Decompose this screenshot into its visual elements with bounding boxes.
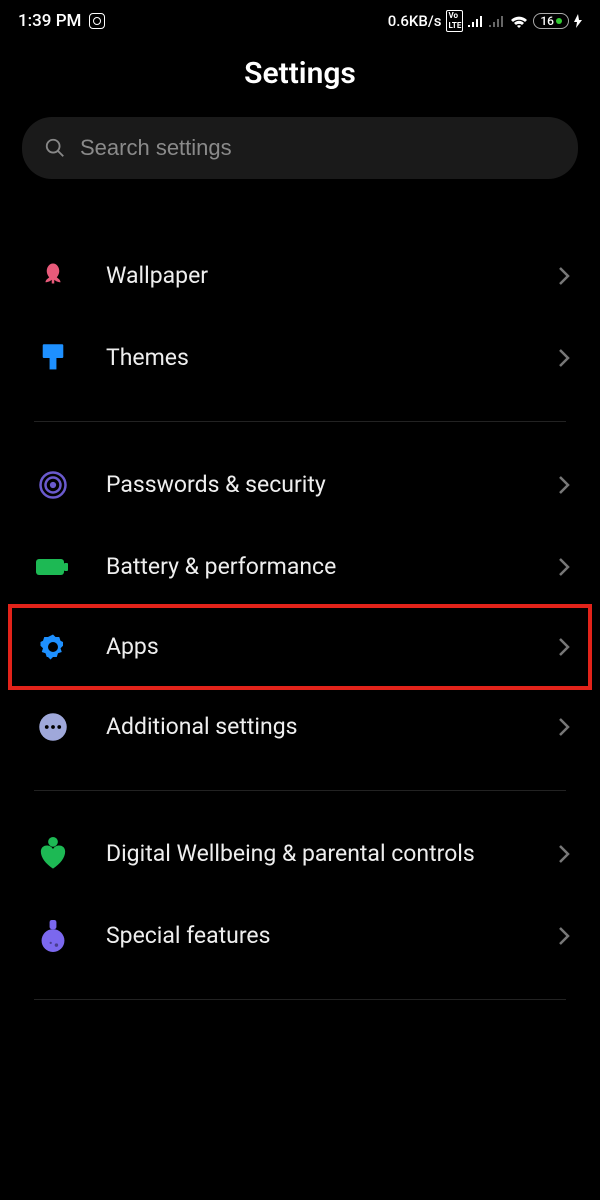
status-time: 1:39 PM xyxy=(18,11,81,31)
charging-icon xyxy=(574,14,582,28)
flask-icon xyxy=(34,917,72,955)
chevron-right-icon xyxy=(558,557,570,577)
settings-item-label: Battery & performance xyxy=(106,552,524,582)
settings-item-label: Digital Wellbeing & parental controls xyxy=(106,839,524,869)
settings-item-special[interactable]: Special features xyxy=(0,895,600,977)
search-box[interactable] xyxy=(22,117,578,179)
signal-icon xyxy=(468,15,484,27)
battery-dot-icon xyxy=(556,18,562,24)
settings-item-additional[interactable]: Additional settings xyxy=(0,686,600,768)
settings-item-wellbeing[interactable]: Digital Wellbeing & parental controls xyxy=(0,813,600,895)
divider xyxy=(34,999,566,1000)
settings-item-label: Passwords & security xyxy=(106,470,524,500)
tulip-icon xyxy=(34,257,72,295)
heart-icon xyxy=(34,835,72,873)
settings-item-battery[interactable]: Battery & performance xyxy=(0,526,600,608)
brush-icon xyxy=(34,339,72,377)
volte-icon: VoLTE xyxy=(446,10,463,32)
battery-percent: 16 xyxy=(540,14,554,28)
battery-icon xyxy=(34,548,72,586)
gear-icon xyxy=(34,628,72,666)
settings-list: Wallpaper Themes Passwords & security Ba… xyxy=(0,209,600,1000)
status-right: 0.6KB/s VoLTE 16 xyxy=(388,10,582,32)
chevron-right-icon xyxy=(558,926,570,946)
settings-item-label: Special features xyxy=(106,921,524,951)
chevron-right-icon xyxy=(558,266,570,286)
chevron-right-icon xyxy=(558,717,570,737)
instagram-icon xyxy=(89,13,105,29)
settings-item-label: Wallpaper xyxy=(106,261,524,291)
wifi-icon xyxy=(510,14,528,28)
battery-indicator: 16 xyxy=(533,13,569,29)
settings-item-label: Additional settings xyxy=(106,712,524,742)
divider xyxy=(34,790,566,791)
settings-item-label: Apps xyxy=(106,632,524,662)
search-input[interactable] xyxy=(80,135,556,161)
chevron-right-icon xyxy=(558,348,570,368)
settings-item-themes[interactable]: Themes xyxy=(0,317,600,399)
divider xyxy=(34,421,566,422)
settings-item-label: Themes xyxy=(106,343,524,373)
chevron-right-icon xyxy=(558,475,570,495)
page-title: Settings xyxy=(0,38,600,117)
status-bar: 1:39 PM 0.6KB/s VoLTE 16 xyxy=(0,0,600,38)
settings-item-apps[interactable]: Apps xyxy=(8,604,592,690)
signal-icon-2 xyxy=(489,15,505,27)
settings-item-wallpaper[interactable]: Wallpaper xyxy=(0,235,600,317)
settings-item-security[interactable]: Passwords & security xyxy=(0,444,600,526)
net-speed: 0.6KB/s xyxy=(388,12,442,30)
more-icon xyxy=(34,708,72,746)
status-left: 1:39 PM xyxy=(18,11,105,31)
fingerprint-icon xyxy=(34,466,72,504)
chevron-right-icon xyxy=(558,844,570,864)
chevron-right-icon xyxy=(558,637,570,657)
search-icon xyxy=(44,137,66,159)
